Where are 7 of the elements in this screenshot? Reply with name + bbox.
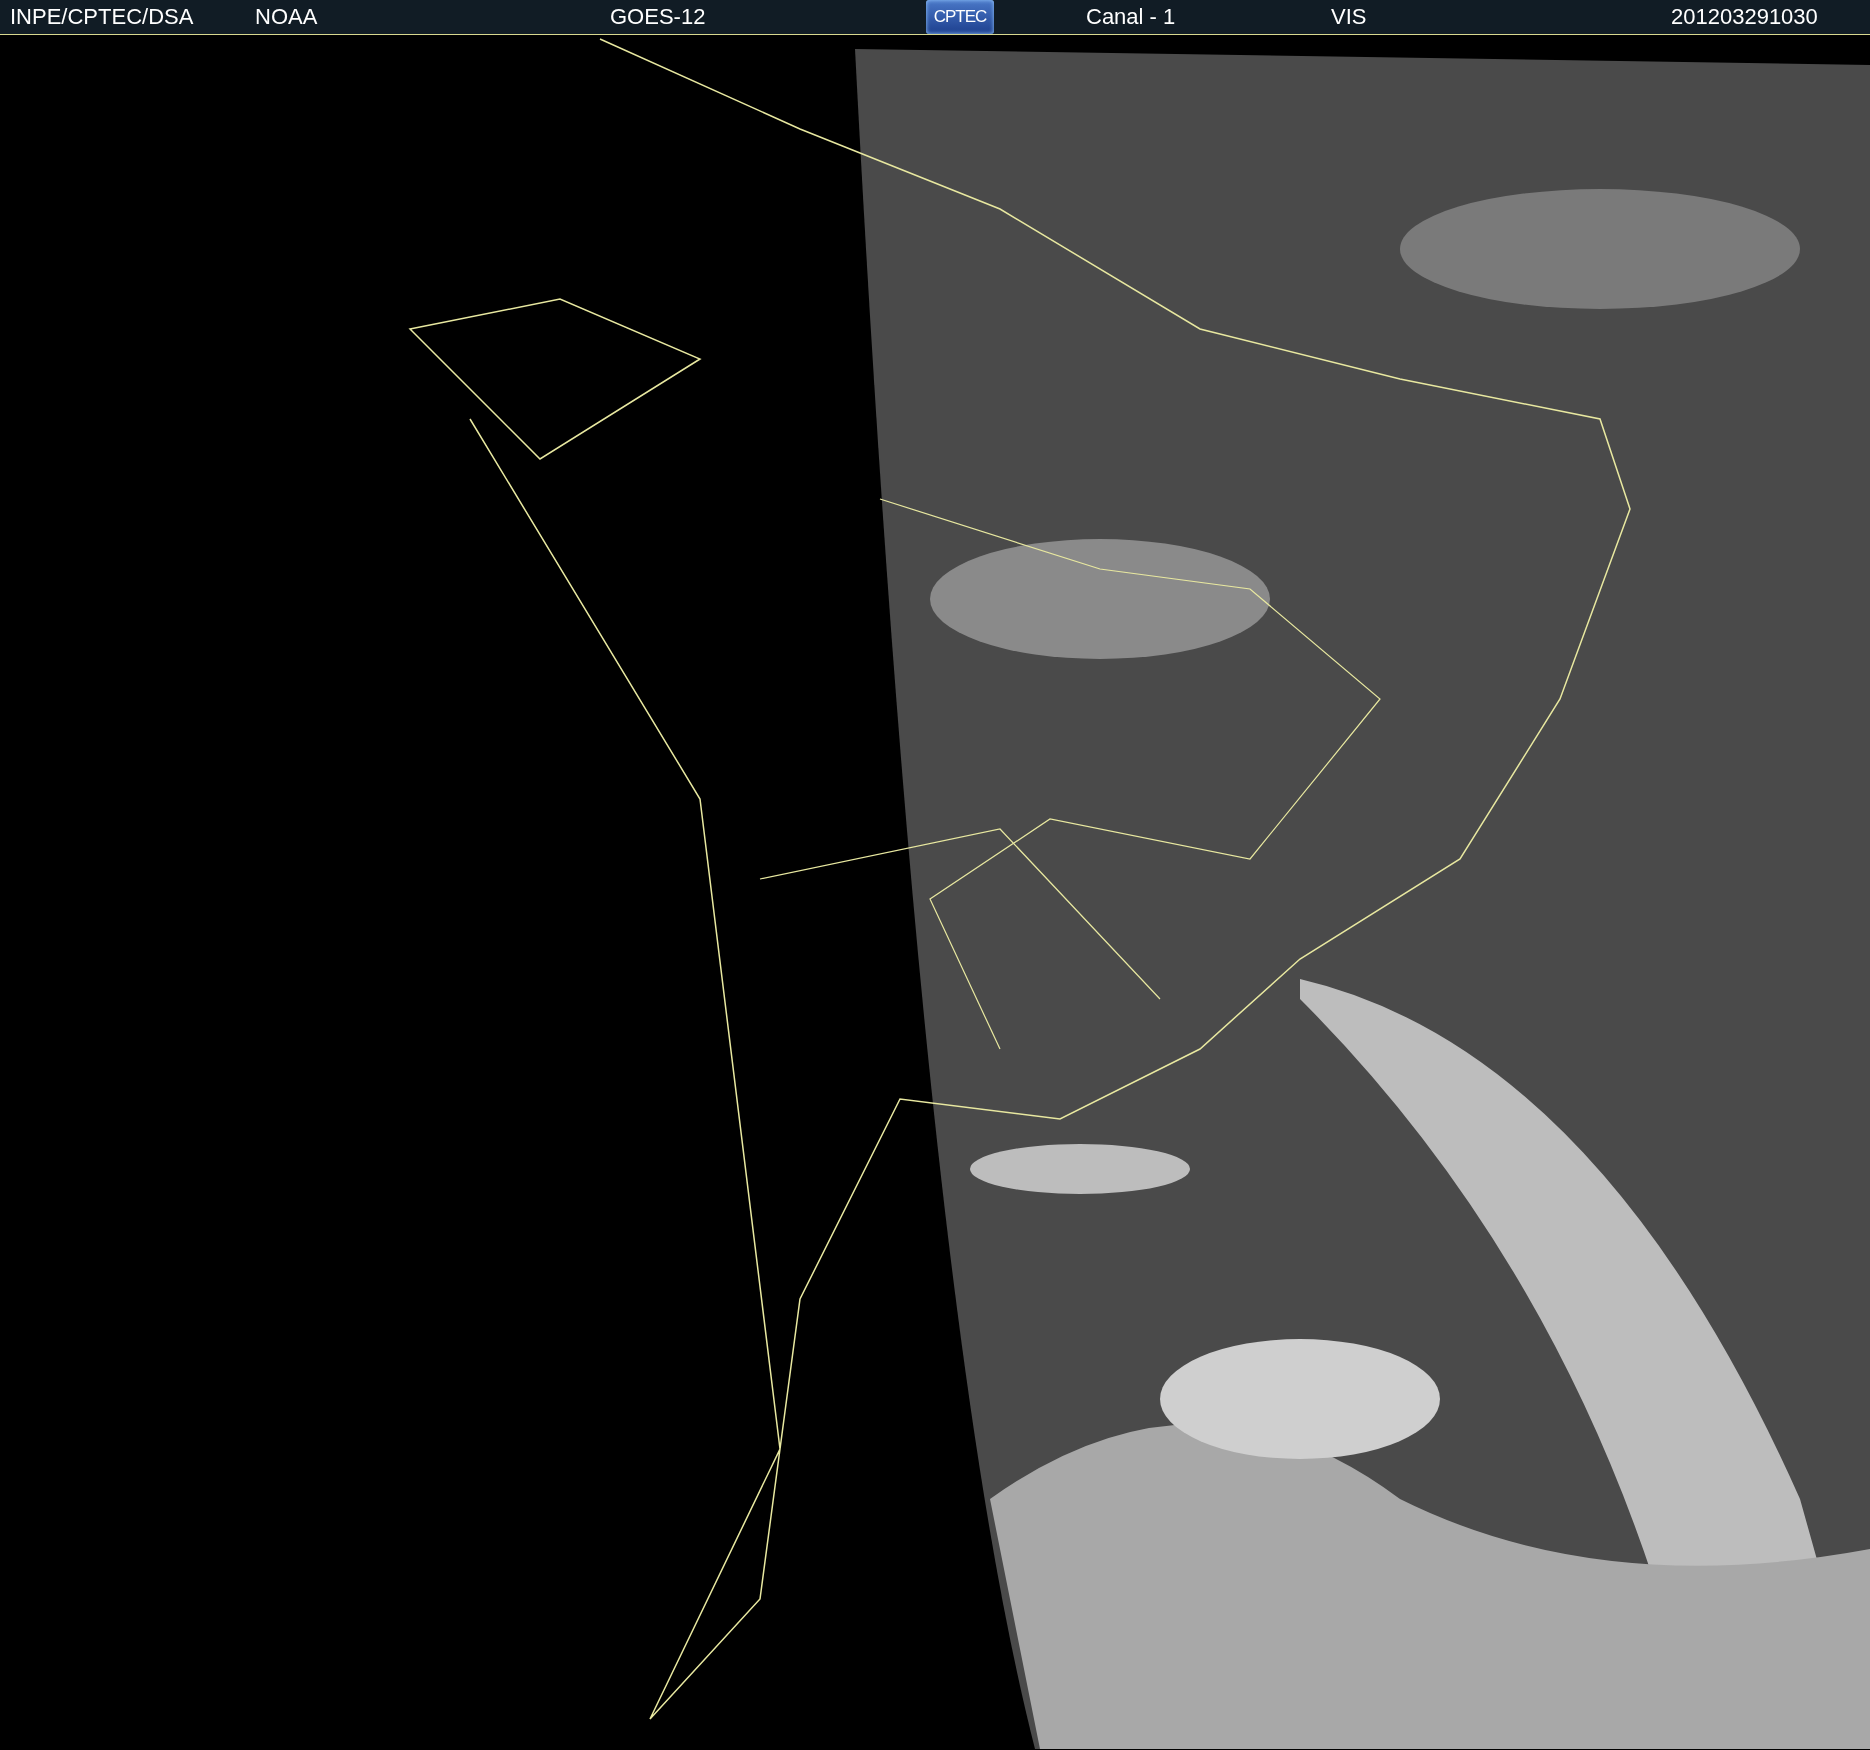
header-label: NOAA	[255, 4, 318, 30]
logo: CPTEC	[926, 0, 994, 34]
header-label: VIS	[1331, 4, 1367, 30]
header-label: 201203291030	[1671, 4, 1818, 30]
header-label: INPE/CPTEC/DSA	[10, 4, 194, 30]
header-label: Canal - 1	[1086, 4, 1176, 30]
header-label: GOES-12	[610, 4, 706, 30]
